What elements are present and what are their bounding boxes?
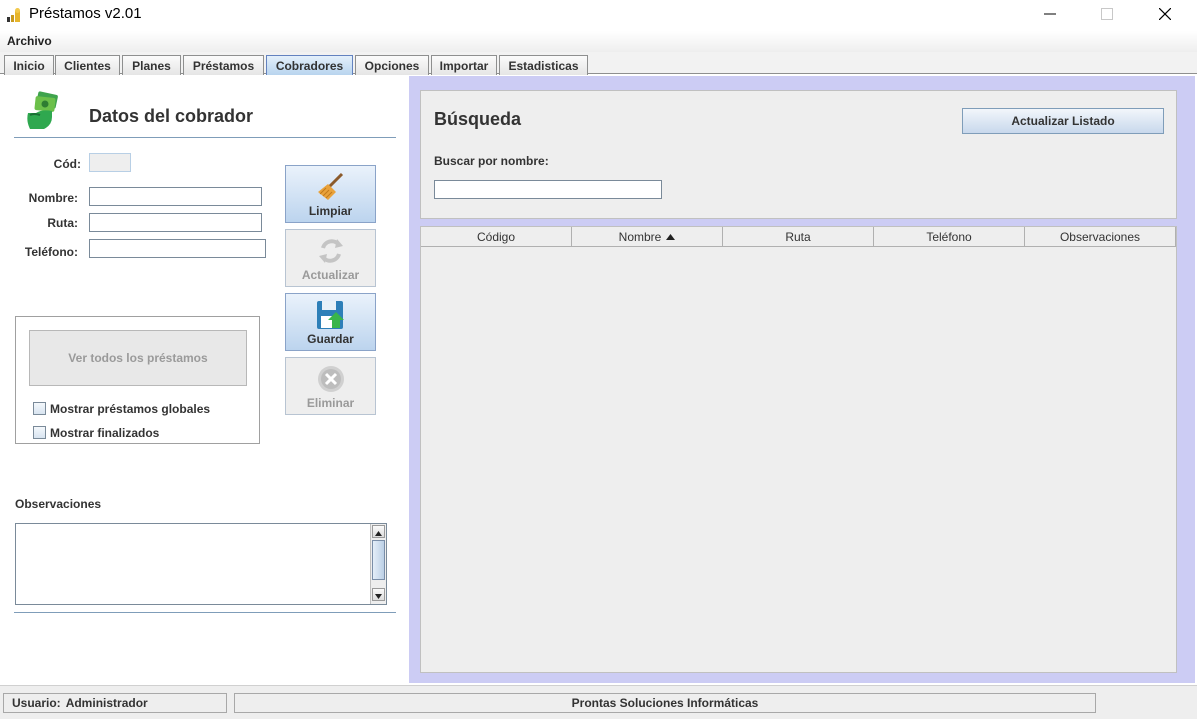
column-header-observaciones[interactable]: Observaciones	[1025, 227, 1176, 247]
observations-label: Observaciones	[15, 497, 102, 511]
minimize-button[interactable]	[1021, 0, 1079, 31]
route-label: Ruta:	[47, 216, 78, 230]
save-button-label: Guardar	[307, 332, 354, 346]
view-all-loans-button[interactable]: Ver todos los préstamos	[29, 330, 247, 386]
search-name-input[interactable]	[434, 180, 662, 199]
status-user-label: Usuario:	[12, 696, 61, 710]
money-hand-icon	[22, 91, 62, 131]
tab-planes[interactable]: Planes	[122, 55, 181, 75]
save-button[interactable]: Guardar	[285, 293, 376, 351]
column-header-nombre[interactable]: Nombre	[572, 227, 723, 247]
delete-button-label: Eliminar	[306, 396, 355, 410]
search-title: Búsqueda	[434, 109, 522, 129]
column-header-telefono[interactable]: Teléfono	[874, 227, 1025, 247]
tab-inicio[interactable]: Inicio	[4, 55, 54, 75]
column-header-nombre-label: Nombre	[618, 229, 662, 244]
tab-cobradores[interactable]: Cobradores	[266, 55, 353, 75]
tab-bar: Inicio Clientes Planes Préstamos Cobrado…	[0, 52, 1197, 75]
minimize-icon	[1044, 8, 1056, 23]
header-divider	[14, 137, 396, 138]
show-global-loans-label: Mostrar préstamos globales	[50, 402, 211, 416]
phone-label: Teléfono:	[24, 245, 78, 259]
name-label: Nombre:	[28, 191, 78, 205]
observations-scrollbar[interactable]	[370, 524, 386, 604]
collectors-table	[420, 226, 1177, 673]
route-field[interactable]	[89, 213, 262, 232]
update-button-label: Actualizar	[301, 268, 360, 282]
close-icon	[1158, 7, 1172, 23]
maximize-icon	[1101, 8, 1113, 23]
coins-icon	[6, 7, 22, 23]
search-by-name-label: Buscar por nombre:	[434, 154, 549, 168]
delete-button[interactable]: Eliminar	[285, 357, 376, 415]
observations-textarea[interactable]	[15, 523, 387, 605]
sort-ascending-icon	[666, 233, 676, 240]
tab-opciones[interactable]: Opciones	[355, 55, 429, 75]
window-title: Préstamos v2.01	[29, 5, 142, 22]
scroll-up-arrow[interactable]	[372, 525, 385, 538]
clear-button[interactable]: Limpiar	[285, 165, 376, 223]
code-label: Cód:	[53, 157, 81, 171]
column-header-codigo[interactable]: Código	[421, 227, 572, 247]
status-company: Prontas Soluciones Informáticas	[234, 693, 1096, 713]
clear-button-label: Limpiar	[308, 204, 353, 218]
name-field[interactable]	[89, 187, 262, 206]
show-finished-label: Mostrar finalizados	[50, 426, 160, 440]
refresh-list-button[interactable]: Actualizar Listado	[962, 108, 1164, 134]
arrow-up-icon	[375, 525, 382, 539]
show-global-loans-checkbox[interactable]	[33, 402, 46, 415]
form-bottom-divider	[14, 612, 396, 613]
arrow-down-icon	[375, 588, 382, 602]
tab-prestamos[interactable]: Préstamos	[183, 55, 264, 75]
close-button[interactable]	[1136, 0, 1194, 31]
scroll-thumb[interactable]	[372, 540, 385, 580]
status-user: Usuario: Administrador	[3, 693, 227, 713]
update-button[interactable]: Actualizar	[285, 229, 376, 287]
status-user-value: Administrador	[65, 696, 148, 710]
refresh-icon	[316, 236, 346, 266]
tab-clientes[interactable]: Clientes	[55, 55, 120, 75]
phone-field[interactable]	[89, 239, 266, 258]
delete-icon	[316, 364, 346, 394]
tab-estadisticas[interactable]: Estadisticas	[499, 55, 588, 75]
menu-bar: Archivo	[0, 31, 1197, 52]
tab-importar[interactable]: Importar	[431, 55, 497, 75]
maximize-button[interactable]	[1078, 0, 1136, 31]
title-bar: Préstamos v2.01	[0, 0, 1197, 31]
floppy-disk-icon	[316, 300, 346, 330]
column-header-ruta[interactable]: Ruta	[723, 227, 874, 247]
scroll-down-arrow[interactable]	[372, 588, 385, 601]
show-finished-checkbox[interactable]	[33, 426, 46, 439]
code-field	[89, 153, 131, 172]
broom-icon	[314, 172, 348, 202]
form-title: Datos del cobrador	[89, 106, 254, 126]
menu-archivo[interactable]: Archivo	[7, 34, 52, 48]
